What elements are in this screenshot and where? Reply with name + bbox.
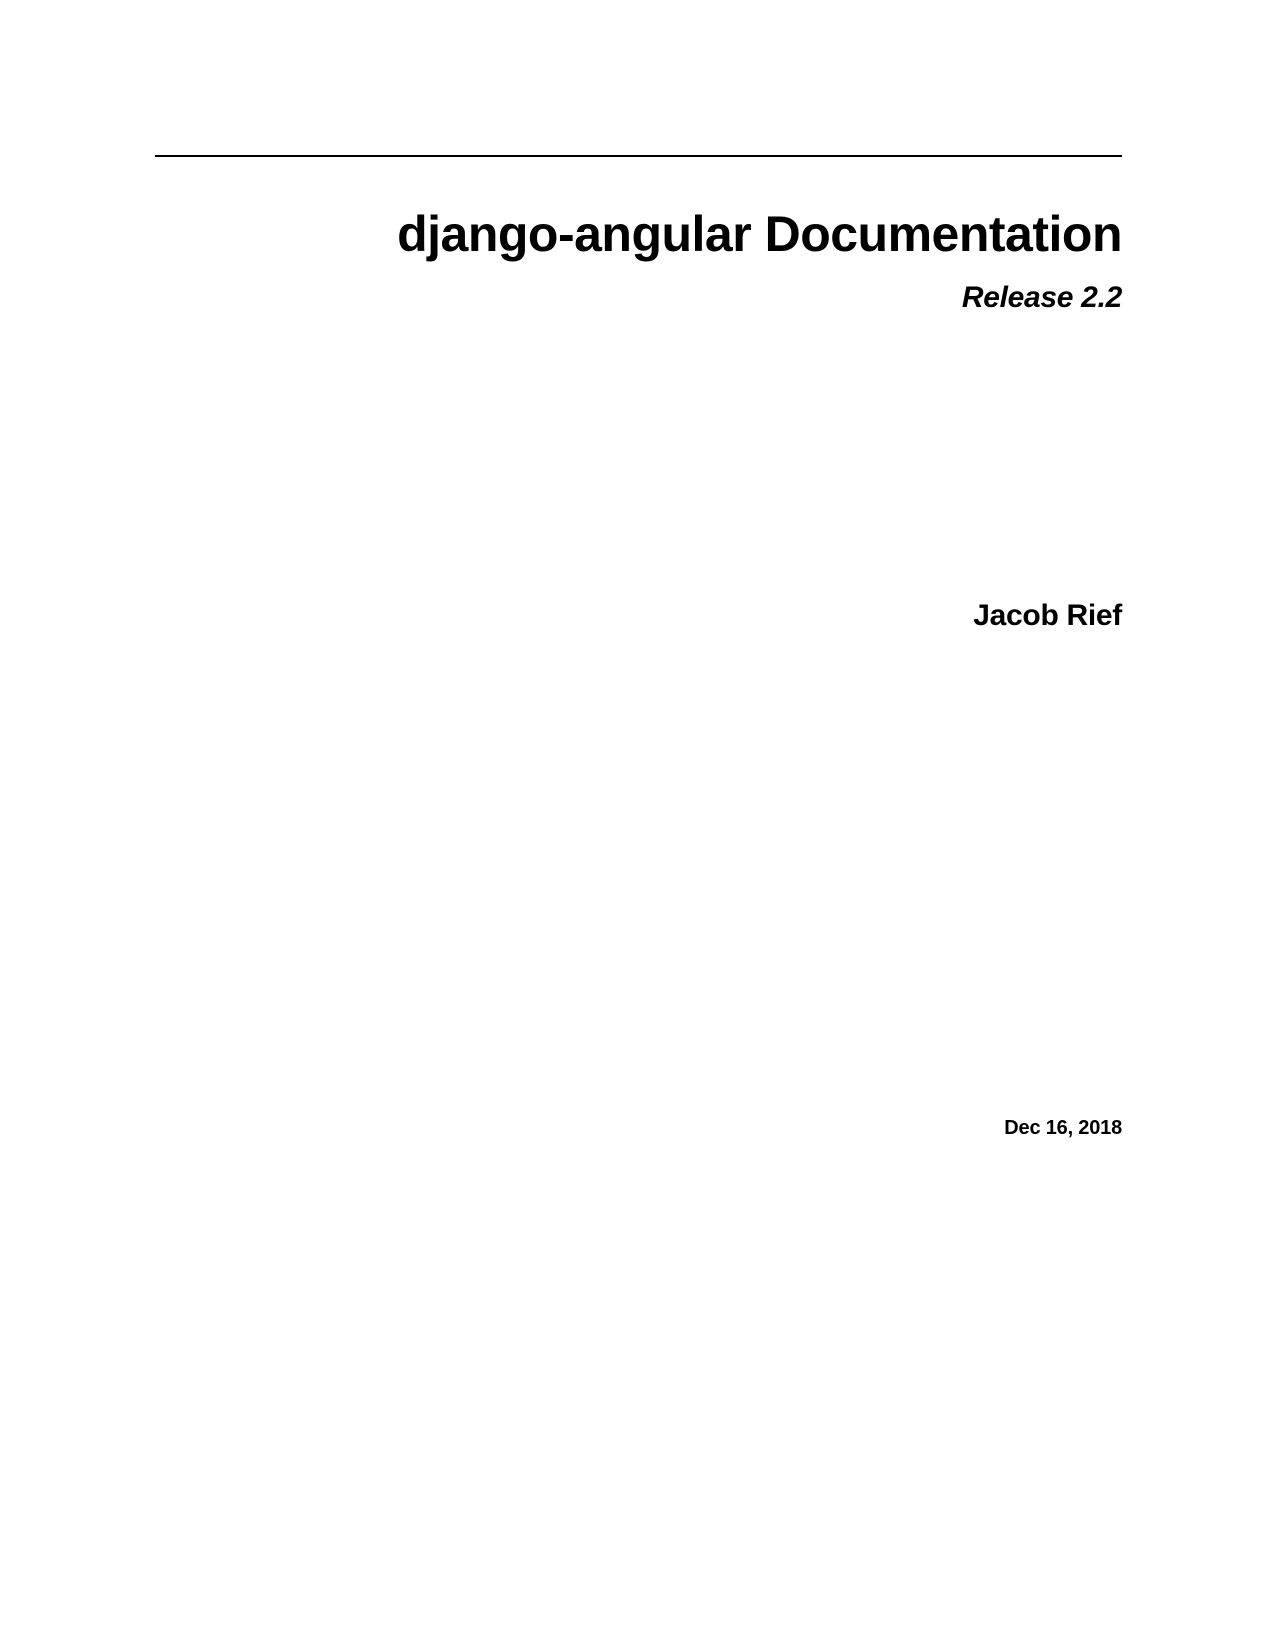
author-name: Jacob Rief [155,599,1122,633]
release-version: Release 2.2 [155,281,1122,315]
title-page: django-angular Documentation Release 2.2… [155,0,1122,1650]
document-title: django-angular Documentation [155,205,1122,263]
horizontal-rule [155,155,1122,157]
publication-date: Dec 16, 2018 [155,1117,1122,1140]
